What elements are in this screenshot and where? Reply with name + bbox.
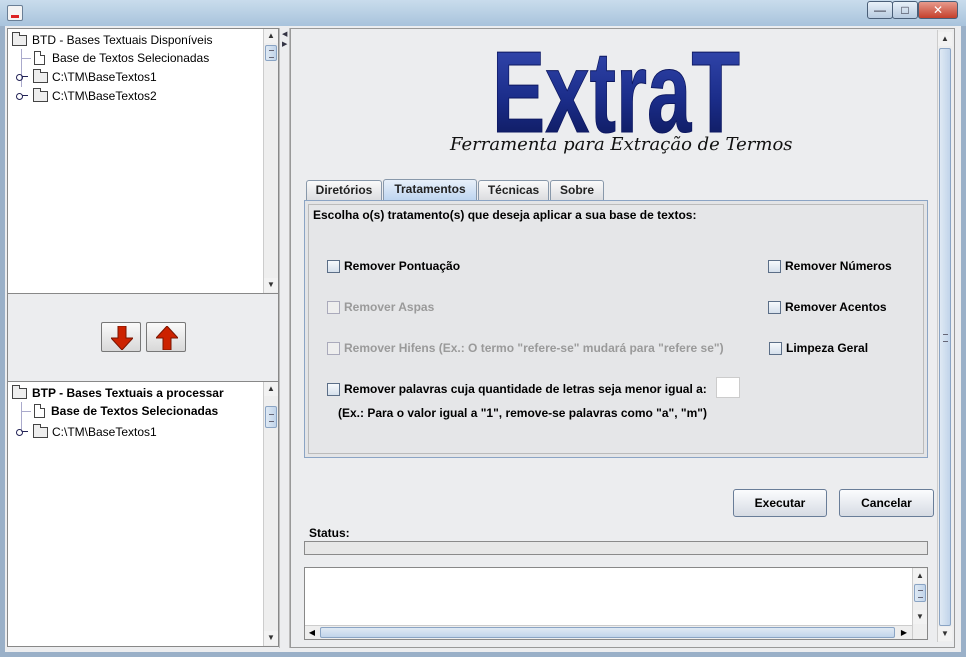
- status-label: Status:: [309, 526, 350, 540]
- available-bases-tree[interactable]: BTD - Bases Textuais Disponíveis Base de…: [7, 28, 279, 294]
- option-label: Remover Pontuação: [344, 259, 461, 273]
- expand-handle-icon[interactable]: [16, 93, 28, 100]
- tree-item-label: C:\TM\BaseTextos1: [52, 425, 157, 439]
- document-icon: [34, 51, 45, 65]
- main-vertical-scrollbar[interactable]: ▲ ▼: [937, 30, 953, 642]
- option-label: Remover Acentos: [785, 300, 887, 314]
- scroll-thumb[interactable]: [939, 48, 951, 626]
- log-vertical-scrollbar[interactable]: ▲ ▼: [912, 568, 927, 639]
- folder-icon: [33, 88, 48, 102]
- scroll-up-arrow-icon[interactable]: ▲: [264, 29, 278, 43]
- cancel-button[interactable]: Cancelar: [839, 489, 934, 517]
- tree-root-btd[interactable]: BTD - Bases Textuais Disponíveis: [12, 31, 260, 49]
- scroll-thumb[interactable]: [265, 406, 277, 428]
- scroll-down-arrow-icon[interactable]: ▼: [913, 610, 927, 624]
- scroll-up-arrow-icon[interactable]: ▲: [938, 32, 952, 46]
- treatment-prompt: Escolha o(s) tratamento(s) que deseja ap…: [313, 208, 697, 222]
- status-progress-bar: [304, 541, 928, 555]
- remover-numeros-checkbox[interactable]: [768, 260, 781, 273]
- tree-item-base-selecionadas[interactable]: Base de Textos Selecionadas: [32, 49, 252, 67]
- remover-pontuacao-checkbox[interactable]: [327, 260, 340, 273]
- logo-text: ExtraT: [492, 36, 740, 136]
- tab-diretorios[interactable]: Diretórios: [306, 180, 382, 200]
- minimize-button[interactable]: —: [867, 1, 893, 19]
- tree-connector: [21, 58, 31, 59]
- arrow-up-icon: [156, 326, 178, 350]
- tree-item-label: C:\TM\BaseTextos1: [52, 70, 157, 84]
- folder-icon: [12, 32, 27, 46]
- tree-item-label: Base de Textos Selecionadas: [52, 51, 210, 65]
- folder-icon: [12, 385, 27, 399]
- scroll-right-arrow-icon[interactable]: ▶: [897, 626, 911, 639]
- tree-item-basetextos2[interactable]: C:\TM\BaseTextos2: [16, 87, 252, 105]
- expand-handle-icon[interactable]: [16, 74, 28, 81]
- log-horizontal-scrollbar[interactable]: ◀ ▶: [305, 625, 912, 639]
- bases-to-process-tree[interactable]: BTP - Bases Textuais a processar Base de…: [7, 381, 279, 647]
- app-subtitle: Ferramenta para Extração de Termos: [450, 134, 793, 155]
- option-label: Limpeza Geral: [786, 341, 869, 355]
- remover-aspas-checkbox: [327, 301, 340, 314]
- option-label: Remover palavras cuja quantidade de letr…: [344, 382, 707, 396]
- scroll-down-arrow-icon[interactable]: ▼: [264, 278, 278, 292]
- tab-tecnicas[interactable]: Técnicas: [478, 180, 549, 200]
- tree-item-label: Base de Textos Selecionadas: [51, 404, 219, 418]
- remover-hifens-checkbox: [327, 342, 340, 355]
- example-note: (Ex.: Para o valor igual a "1", remove-s…: [338, 406, 707, 420]
- transfer-panel: [7, 294, 279, 381]
- scroll-down-arrow-icon[interactable]: ▼: [938, 627, 952, 641]
- collapse-left-arrow-icon[interactable]: ◀: [282, 30, 287, 38]
- tree-root-btp[interactable]: BTP - Bases Textuais a processar: [12, 384, 260, 402]
- option-label: Remover Números: [785, 259, 892, 273]
- close-button[interactable]: ✕: [918, 1, 958, 19]
- scroll-down-arrow-icon[interactable]: ▼: [264, 631, 278, 645]
- move-up-button[interactable]: [146, 322, 186, 352]
- remover-acentos-checkbox[interactable]: [768, 301, 781, 314]
- extrat-logo: ExtraT: [490, 27, 760, 158]
- arrow-down-icon: [111, 326, 133, 350]
- expand-handle-icon[interactable]: [16, 429, 28, 436]
- option-label: Remover Hifens (Ex.: O termo "refere-se"…: [344, 341, 724, 355]
- split-pane-divider[interactable]: ◀ ▶: [279, 28, 290, 648]
- move-down-button[interactable]: [101, 322, 141, 352]
- expand-right-arrow-icon[interactable]: ▶: [282, 40, 287, 48]
- scroll-up-arrow-icon[interactable]: ▲: [913, 569, 927, 583]
- document-icon: [34, 404, 45, 418]
- tree-root-label: BTP - Bases Textuais a processar: [32, 386, 224, 400]
- tree-root-label: BTD - Bases Textuais Disponíveis: [32, 33, 213, 47]
- execute-button[interactable]: Executar: [733, 489, 827, 517]
- folder-icon: [33, 424, 48, 438]
- tree-item-base-selecionadas[interactable]: Base de Textos Selecionadas: [32, 402, 252, 420]
- tree-item-basetextos1[interactable]: C:\TM\BaseTextos1: [16, 423, 252, 441]
- tree-bottom-scrollbar[interactable]: ▲ ▼: [263, 382, 278, 646]
- tab-tratamentos[interactable]: Tratamentos: [383, 179, 477, 201]
- scroll-thumb[interactable]: [265, 45, 277, 61]
- remover-palavras-checkbox[interactable]: [327, 383, 340, 396]
- limpeza-geral-checkbox[interactable]: [769, 342, 782, 355]
- tab-sobre[interactable]: Sobre: [550, 180, 604, 200]
- title-bar: [0, 0, 966, 26]
- tree-item-basetextos1[interactable]: C:\TM\BaseTextos1: [16, 68, 252, 86]
- min-letters-input[interactable]: [716, 377, 740, 398]
- tree-connector: [21, 411, 31, 412]
- scroll-left-arrow-icon[interactable]: ◀: [305, 626, 319, 639]
- option-label: Remover Aspas: [344, 300, 435, 314]
- maximize-button[interactable]: □: [892, 1, 918, 19]
- scroll-up-arrow-icon[interactable]: ▲: [264, 382, 278, 396]
- scroll-thumb[interactable]: [320, 627, 895, 638]
- tree-top-scrollbar[interactable]: ▲ ▼: [263, 29, 278, 293]
- java-app-icon: [7, 5, 23, 21]
- scroll-thumb[interactable]: [914, 584, 926, 602]
- tree-item-label: C:\TM\BaseTextos2: [52, 89, 157, 103]
- folder-icon: [33, 69, 48, 83]
